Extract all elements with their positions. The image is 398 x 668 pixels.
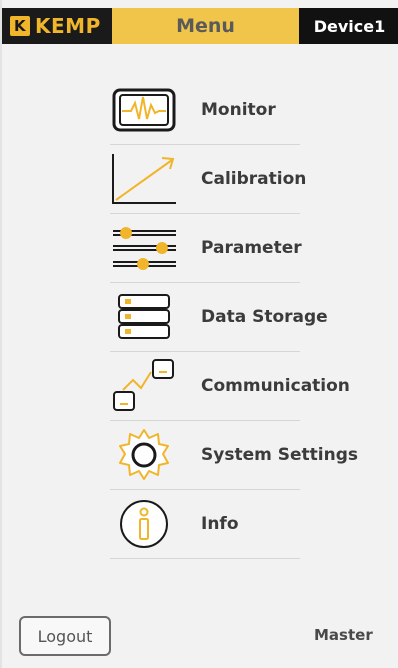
menu-item-data-storage[interactable]: Data Storage: [110, 283, 328, 352]
main-menu: Monitor Calibration Parameter Data Stora…: [110, 76, 358, 559]
logout-button[interactable]: Logout: [19, 616, 111, 656]
menu-item-monitor[interactable]: Monitor: [110, 76, 300, 145]
menu-item-label: Data Storage: [201, 307, 328, 327]
brand-mark: K: [10, 16, 30, 36]
menu-item-label: Info: [201, 514, 239, 534]
calibration-chart-icon: [110, 151, 178, 207]
menu-item-parameter[interactable]: Parameter: [110, 214, 302, 283]
menu-title: Menu: [112, 8, 299, 44]
gear-icon: [110, 427, 178, 483]
monitor-icon: [110, 82, 178, 138]
menu-item-label: Monitor: [201, 100, 276, 120]
brand-name: KEMP: [35, 14, 101, 38]
sliders-icon: [110, 220, 178, 276]
user-role-label: Master: [314, 626, 373, 644]
menu-item-label: Parameter: [201, 238, 302, 258]
device-label[interactable]: Device1: [299, 8, 398, 44]
menu-item-communication[interactable]: Communication: [110, 352, 350, 421]
menu-item-label: System Settings: [201, 445, 358, 465]
info-icon: [110, 496, 178, 552]
storage-icon: [110, 289, 178, 345]
menu-item-info[interactable]: Info: [110, 490, 300, 559]
app-screen: K KEMP Menu Device1 Monitor Calibration …: [0, 0, 398, 668]
menu-item-system-settings[interactable]: System Settings: [110, 421, 358, 490]
top-bar: K KEMP Menu Device1: [2, 0, 398, 44]
kemp-logo: K KEMP: [2, 8, 112, 44]
communication-icon: [110, 358, 178, 414]
menu-item-label: Communication: [201, 376, 350, 396]
menu-item-calibration[interactable]: Calibration: [110, 145, 306, 214]
menu-item-label: Calibration: [201, 169, 307, 189]
